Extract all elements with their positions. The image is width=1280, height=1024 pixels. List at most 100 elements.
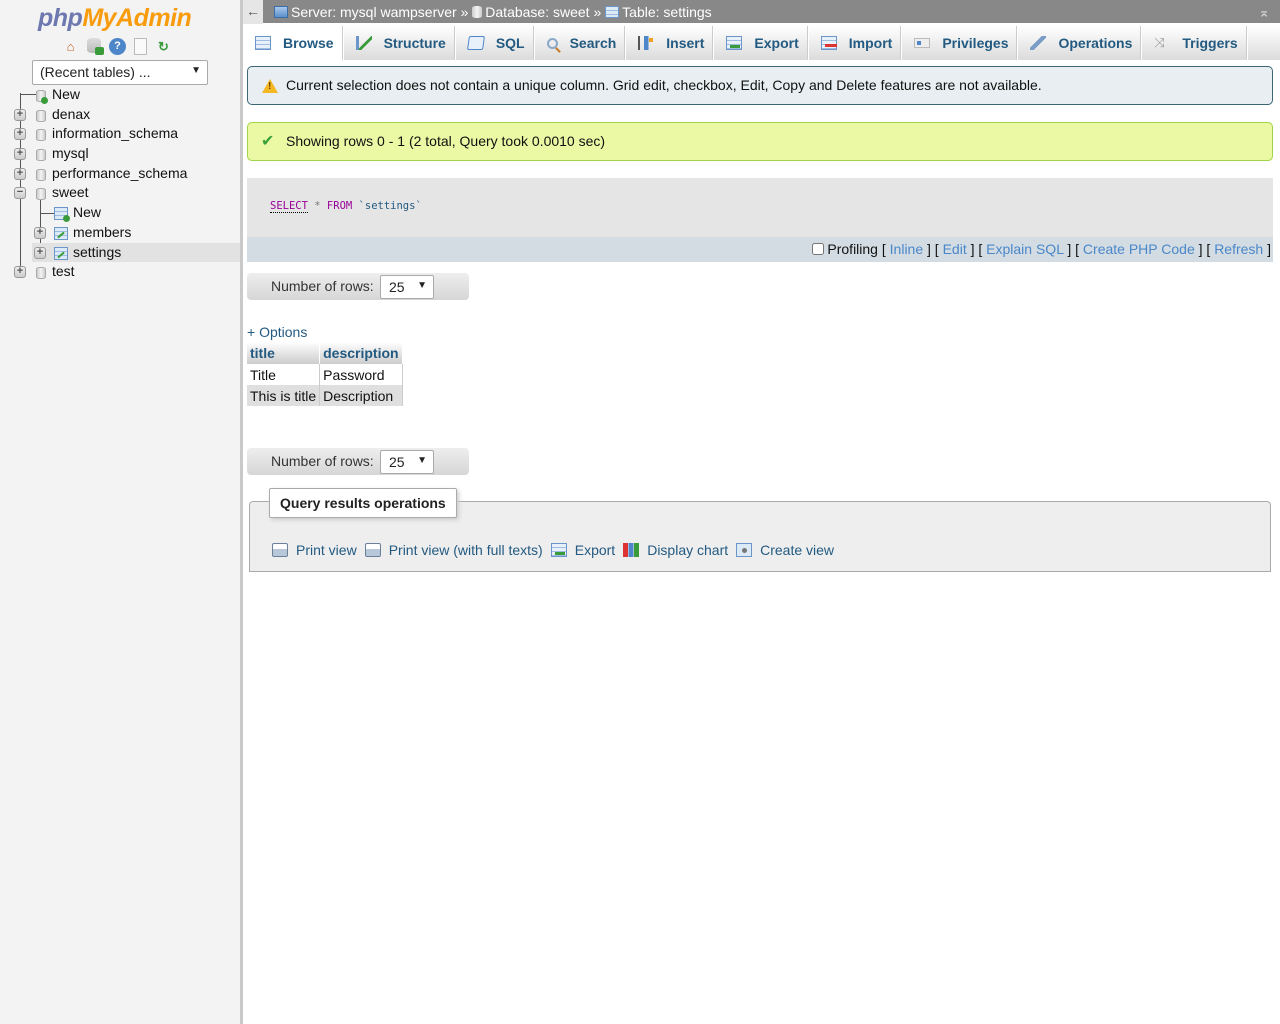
expand-icon[interactable]: + — [14, 167, 26, 180]
database-tree: New + denax + information_schema + mysql… — [0, 85, 240, 282]
table-header-row: title description — [247, 342, 403, 364]
query-results-operations-legend: Query results operations — [269, 488, 457, 518]
server-icon — [274, 6, 288, 18]
table-structure-icon[interactable] — [54, 246, 68, 260]
tab-search[interactable]: Search — [535, 26, 627, 60]
expand-icon[interactable]: + — [34, 246, 46, 259]
tree-item-new-database[interactable]: New — [0, 85, 240, 105]
insert-icon — [638, 36, 655, 50]
print-view-link[interactable]: Print view — [272, 542, 357, 558]
browse-icon — [255, 36, 271, 50]
scroll-top-icon[interactable]: ⌅ — [1258, 0, 1270, 24]
display-chart-link[interactable]: Display chart — [623, 542, 728, 558]
import-icon — [820, 36, 837, 50]
docs-icon[interactable] — [134, 38, 147, 55]
inline-edit-link[interactable]: Inline — [890, 241, 923, 257]
database-icon — [36, 90, 48, 104]
recent-tables-select[interactable]: (Recent tables) ... ▼ — [32, 60, 208, 85]
tab-insert[interactable]: Insert — [626, 26, 715, 60]
collapse-icon[interactable]: − — [14, 187, 26, 200]
table-cell: Description — [319, 385, 403, 406]
table-structure-icon[interactable] — [54, 226, 68, 240]
tab-structure[interactable]: Structure — [344, 26, 456, 60]
navigation-panel: phpMyAdmin ⌂ ? ↻ (Recent tables) ... ▼ N… — [0, 0, 240, 1024]
tab-import[interactable]: Import — [809, 26, 903, 60]
rows-navigation-bottom: Number of rows: 25 ▼ — [247, 448, 469, 475]
help-icon[interactable]: ? — [109, 38, 126, 55]
operations-links: Print view Print view (with full texts) … — [272, 542, 834, 558]
collapse-nav-button[interactable]: ← — [243, 0, 263, 24]
sql-icon — [466, 36, 485, 50]
options-link[interactable]: + Options — [247, 324, 307, 340]
rows-per-page-select[interactable]: 25 ▼ — [380, 450, 434, 474]
export-icon — [726, 36, 743, 50]
tab-browse[interactable]: Browse — [243, 26, 344, 60]
explain-sql-link[interactable]: Explain SQL — [986, 241, 1063, 257]
rows-navigation-top: Number of rows: 25 ▼ — [247, 273, 469, 300]
breadcrumb: Server: mysql wampserver » Database: swe… — [274, 0, 712, 24]
logout-icon[interactable] — [87, 38, 104, 55]
tree-item-mysql[interactable]: + mysql — [0, 144, 240, 164]
database-icon — [36, 188, 46, 201]
expand-icon[interactable]: + — [14, 266, 26, 279]
check-icon: ✔ — [261, 133, 275, 150]
rows-per-page-select[interactable]: 25 ▼ — [380, 275, 434, 299]
new-table-icon — [54, 207, 70, 223]
tree-item-information-schema[interactable]: + information_schema — [0, 124, 240, 144]
search-icon — [546, 37, 558, 49]
expand-icon[interactable]: + — [14, 148, 26, 161]
database-icon — [36, 267, 46, 280]
export-icon — [550, 543, 567, 557]
refresh-link[interactable]: Refresh — [1214, 241, 1263, 257]
database-icon — [36, 109, 46, 122]
reload-icon[interactable]: ↻ — [155, 38, 172, 55]
tree-item-members[interactable]: + members — [0, 223, 240, 243]
tab-export[interactable]: Export — [714, 26, 809, 60]
database-icon — [36, 149, 46, 162]
chevron-down-icon: ▼ — [417, 455, 427, 466]
navigation-resizer[interactable] — [240, 0, 243, 1024]
sql-query[interactable]: SELECT * FROM `settings` — [270, 200, 422, 213]
column-header-description[interactable]: description — [319, 342, 403, 364]
table-row: Title Password — [247, 364, 403, 385]
tree-item-performance-schema[interactable]: + performance_schema — [0, 164, 240, 184]
sql-query-box: SELECT * FROM `settings` Profiling [ Inl… — [247, 178, 1273, 262]
breadcrumb-database[interactable]: Database: sweet — [485, 4, 589, 20]
tree-item-new-table[interactable]: New — [0, 203, 240, 223]
tab-privileges[interactable]: Privileges — [902, 26, 1019, 60]
table-cell: Password — [319, 364, 403, 385]
export-link[interactable]: Export — [550, 542, 615, 558]
tab-sql[interactable]: SQL — [456, 26, 535, 60]
tab-triggers[interactable]: ⤨ Triggers — [1142, 26, 1248, 60]
privileges-icon — [914, 38, 931, 48]
print-view-full-link[interactable]: Print view (with full texts) — [364, 542, 543, 558]
triggers-icon: ⤨ — [1154, 35, 1165, 50]
table-cell: Title — [247, 364, 321, 385]
phpmyadmin-logo[interactable]: phpMyAdmin — [38, 4, 192, 33]
chevron-down-icon: ▼ — [191, 65, 201, 76]
create-view-link[interactable]: Create view — [736, 542, 834, 558]
expand-icon[interactable]: + — [34, 226, 46, 239]
tree-item-sweet[interactable]: − sweet — [0, 183, 240, 203]
breadcrumb-table[interactable]: Table: settings — [622, 4, 712, 20]
tree-item-test[interactable]: + test — [0, 262, 240, 282]
expand-icon[interactable]: + — [14, 108, 26, 121]
expand-icon[interactable]: + — [14, 128, 26, 141]
breadcrumb-server[interactable]: Server: mysql wampserver — [291, 4, 457, 20]
database-icon — [472, 6, 483, 18]
create-php-code-link[interactable]: Create PHP Code — [1083, 241, 1195, 257]
profiling-checkbox[interactable] — [812, 243, 825, 255]
tree-item-settings[interactable]: + settings — [32, 242, 240, 263]
database-icon — [36, 129, 46, 142]
column-header-title[interactable]: title — [247, 342, 321, 364]
home-icon[interactable]: ⌂ — [62, 38, 79, 55]
wrench-icon — [1030, 36, 1047, 50]
tab-operations[interactable]: Operations — [1018, 26, 1143, 60]
tree-item-denax[interactable]: + denax — [0, 105, 240, 125]
edit-link[interactable]: Edit — [943, 241, 967, 257]
warning-icon — [262, 79, 278, 93]
table-icon — [605, 6, 620, 18]
warning-notice: Current selection does not contain a uni… — [247, 66, 1273, 105]
table-cell: This is title — [247, 385, 321, 406]
tab-bar: Browse Structure SQL Search Insert Expor… — [243, 26, 1280, 60]
